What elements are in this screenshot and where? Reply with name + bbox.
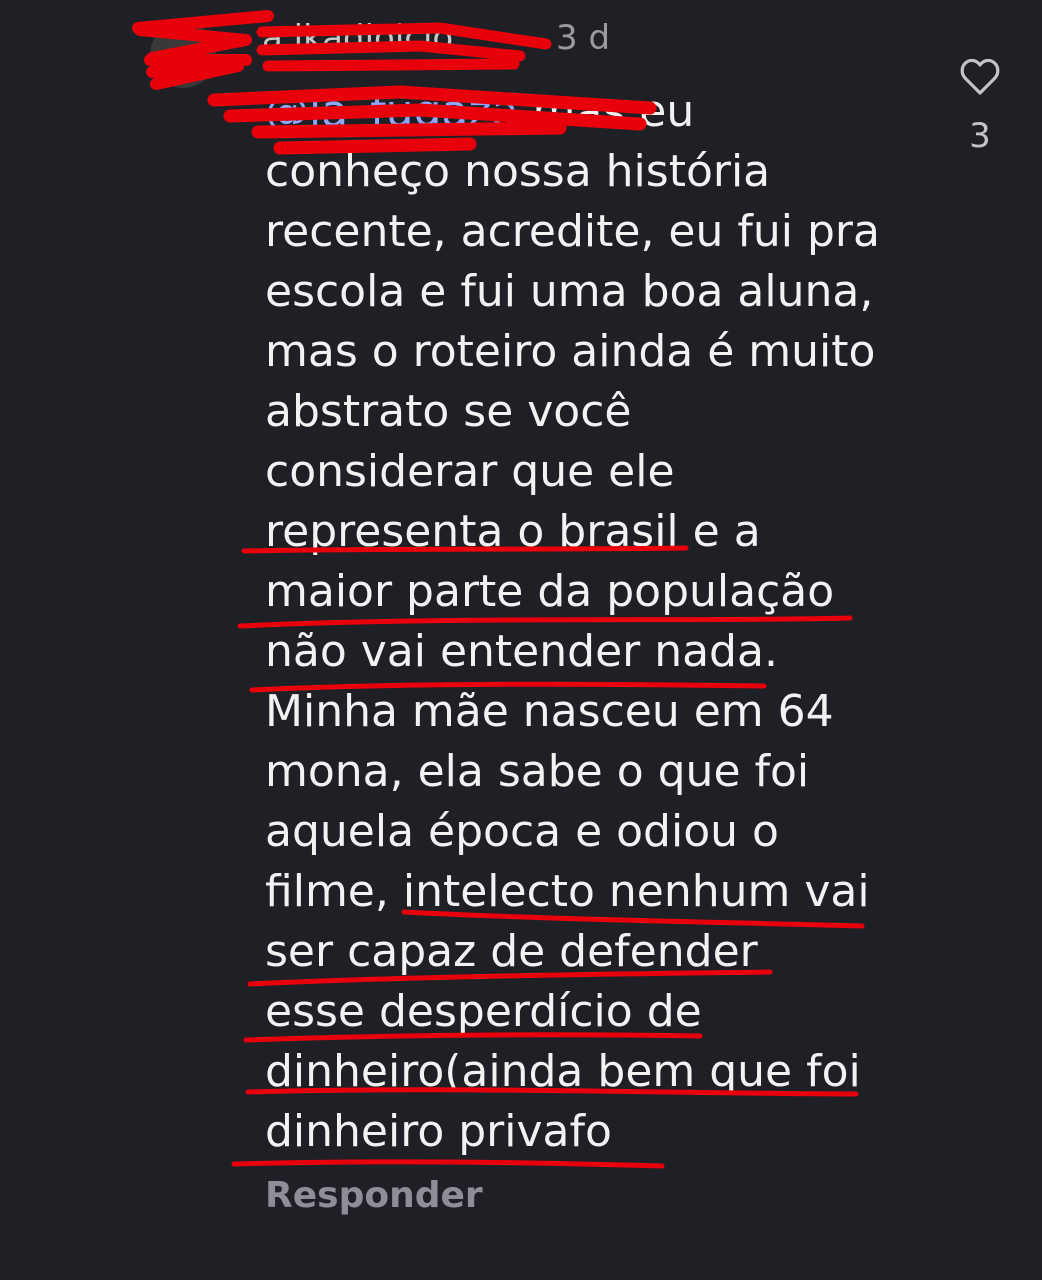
comment-line-17: dinheiro(ainda bem que foi	[265, 1046, 861, 1097]
like-count: 3	[969, 116, 991, 156]
comment-line-7: considerar que ele	[265, 446, 675, 497]
like-button[interactable]	[956, 52, 1004, 100]
comment-line-12: mona, ela sabe o que foi	[265, 746, 810, 797]
comment-line-14: filme, intelecto nenhum vai	[265, 866, 870, 917]
comment-line-8: representa o brasil e a	[265, 506, 761, 557]
comment-line-11: Minha mãe nasceu em 64	[265, 686, 834, 737]
comment-text: @la_fugaza mas eu conheço nossa história…	[265, 82, 945, 1162]
mention-link[interactable]: @la_fugaza	[265, 86, 519, 137]
heart-outline-icon	[960, 58, 1000, 95]
comment-line-2: conheço nossa história	[265, 146, 771, 197]
comment-line-3: recente, acredite, eu fui pra	[265, 206, 880, 257]
underline-privafo	[231, 1159, 665, 1169]
comment-line-6: abstrato se você	[265, 386, 632, 437]
reply-button[interactable]: Responder	[265, 1172, 483, 1220]
comment-timestamp: 3 d	[556, 18, 611, 58]
comment-line-18: dinheiro privafo	[265, 1106, 612, 1157]
comment-username[interactable]: a.lkadioicio	[262, 18, 453, 58]
comment-line-1: @la_fugaza mas eu	[265, 82, 945, 142]
comment-line-1-text: mas eu	[532, 86, 695, 137]
comment-line-15: ser capaz de defender	[265, 926, 758, 977]
comment-line-10: não vai entender nada.	[265, 626, 778, 677]
comment-line-16: esse desperdício de	[265, 986, 702, 1037]
avatar[interactable]	[150, 22, 216, 88]
comment-line-5: mas o roteiro ainda é muito	[265, 326, 876, 377]
comment-line-13: aquela época e odiou o	[265, 806, 779, 857]
comment-line-9: maior parte da população	[265, 566, 835, 617]
comment-line-4: escola e fui uma boa aluna,	[265, 266, 874, 317]
